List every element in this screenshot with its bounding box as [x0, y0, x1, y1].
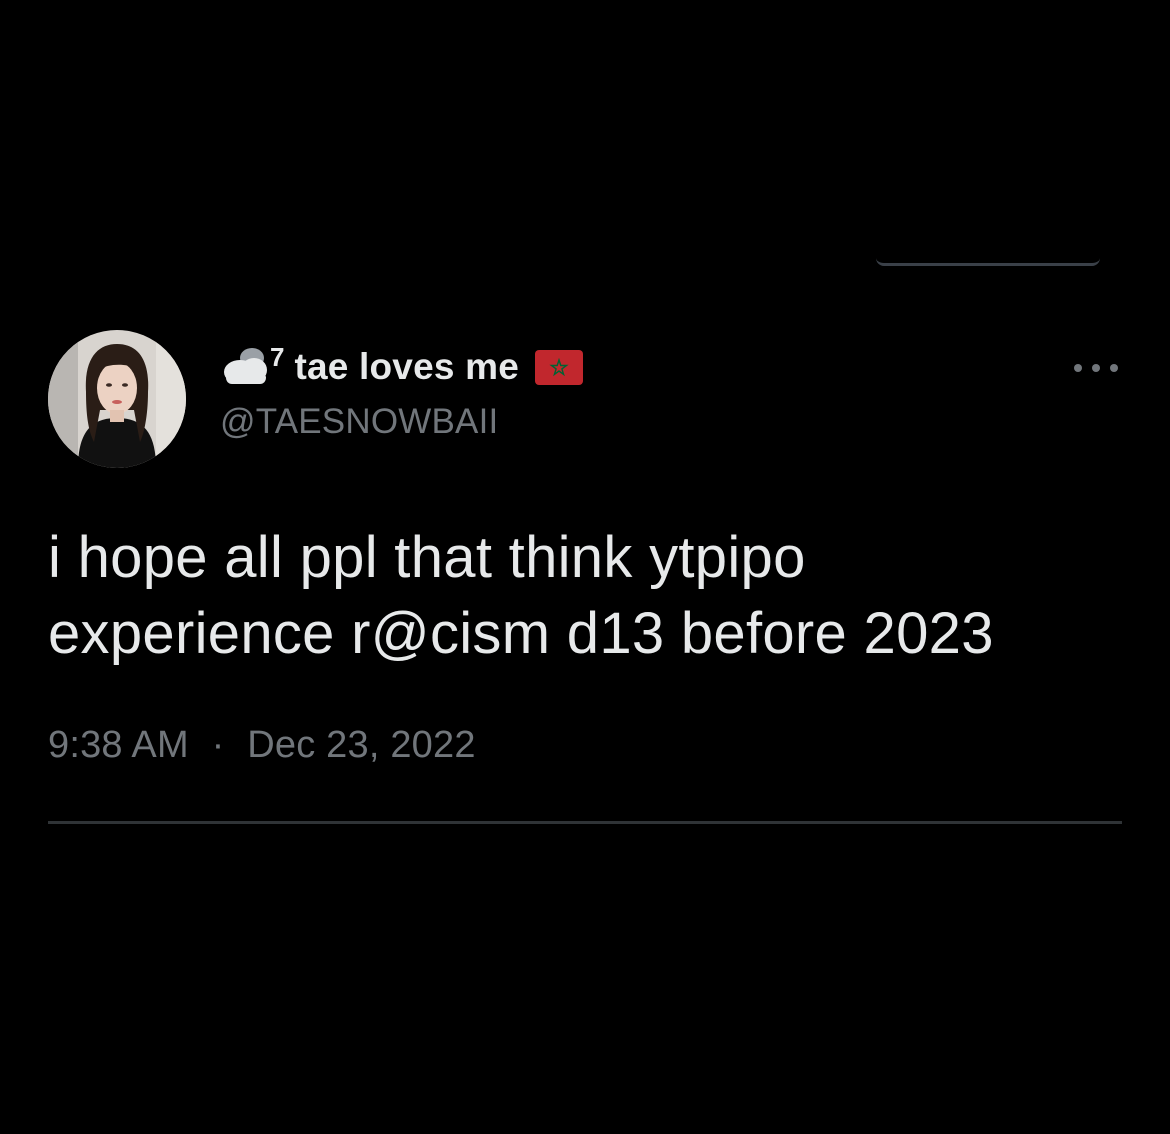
author-display-name[interactable]: tae loves me: [294, 346, 519, 388]
more-options-button[interactable]: [1074, 358, 1118, 378]
avatar-photo: [48, 330, 186, 468]
name-superscript: 7: [270, 341, 285, 372]
author-handle[interactable]: @TAESNOWBAII: [220, 402, 498, 442]
tweet-time[interactable]: 9:38 AM: [48, 724, 189, 766]
tweet-text: i hope all ppl that think ytpipo experie…: [48, 520, 1122, 672]
avatar[interactable]: [48, 330, 186, 468]
morocco-flag-icon: [535, 349, 583, 385]
author-name-row[interactable]: 7 tae loves me: [220, 341, 583, 390]
tweet-text-line: i hope all ppl that think ytpipo: [48, 525, 806, 590]
more-horizontal-icon-dot: [1110, 364, 1118, 372]
top-tab-underline: [876, 258, 1100, 266]
tweet-timestamp-row: 9:38 AM · Dec 23, 2022: [48, 724, 476, 767]
tweet-date[interactable]: Dec 23, 2022: [247, 724, 475, 766]
tweet-text-line: experience r@cism d13 before 2023: [48, 601, 994, 666]
more-horizontal-icon-dot: [1092, 364, 1100, 372]
meta-separator: ·: [211, 724, 225, 766]
cloud-icon: [220, 344, 272, 390]
more-horizontal-icon: [1074, 364, 1082, 372]
divider: [48, 821, 1122, 824]
